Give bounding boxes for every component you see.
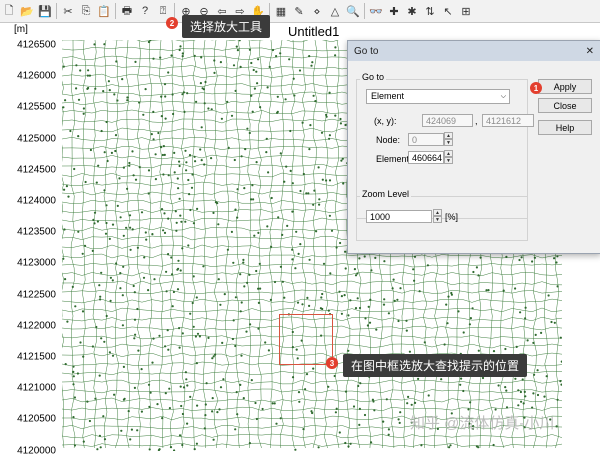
y-tick-label: 4121000 [17,382,56,394]
apply-button[interactable]: Apply [538,79,592,94]
xy-label: (x, y): [374,116,397,126]
zoom-selection-rect [279,314,333,365]
dialog-titlebar: Go to ✕ [348,41,600,61]
open-folder-icon[interactable]: 📂 [19,3,36,20]
help-icon[interactable]: ? [137,3,154,20]
select-arrow-icon[interactable]: ↖ [440,3,457,20]
close-button[interactable]: Close [538,98,592,113]
marker-color-icon[interactable]: ✱ [404,3,421,20]
help-button[interactable]: Help [538,120,592,135]
y-tick-label: 4125000 [17,133,56,145]
dialog-title: Go to [354,45,379,57]
element-field[interactable]: 460664 [408,151,444,164]
toolbar-separator [115,3,116,19]
search-icon[interactable]: 🔍 [345,3,362,20]
step3-callout: 在图中框选放大查找提示的位置 [343,354,528,377]
toolbar-separator [56,3,57,19]
node-field[interactable]: 0 [408,133,444,146]
y-tick-label: 4120500 [17,413,56,425]
arrange-icon[interactable]: ⊞ [458,3,475,20]
zoom-unit: [%] [445,212,459,222]
goto-type-value: Element [371,91,405,101]
y-tick-label: 4126000 [17,70,56,82]
binoculars-icon[interactable]: 👓 [368,3,385,20]
step2-badge: 2 [166,17,178,29]
step3-badge: 3 [326,357,338,369]
step2-callout: 选择放大工具 [182,15,271,38]
goto-type-select[interactable]: Element ⌵ [366,89,510,104]
copy-icon[interactable]: ⎘ [78,3,95,20]
unit-label: [m] [14,24,28,35]
xy-separator: , [475,116,478,126]
zoom-spinner[interactable]: ▲ ▼ [433,209,442,224]
y-tick-label: 4121500 [17,351,56,363]
y-field[interactable]: 4121612 [482,114,534,127]
node-spinner[interactable]: ▲ ▼ [444,132,453,147]
zoom-field[interactable]: 1000 [366,210,432,223]
y-tick-label: 4123000 [17,257,56,269]
y-tick-label: 4123500 [17,226,56,238]
goto-group-label: Go to [360,72,387,82]
print-icon[interactable]: 🖶 [119,3,136,20]
watermark: 知乎 @流体仿真-小川 [410,415,555,432]
paste-icon[interactable]: 📋 [96,3,113,20]
select-element-icon[interactable]: △ [327,3,344,20]
save-icon[interactable]: 💾 [37,3,54,20]
x-field[interactable]: 424069 [422,114,473,127]
y-tick-label: 4122500 [17,289,56,301]
grid-select-icon[interactable]: ▦ [273,3,290,20]
y-tick-label: 4122000 [17,320,56,332]
y-axis: 4126500 4126000 4125500 4125000 4124500 41240… [0,39,62,456]
marker-red-icon[interactable]: ✚ [386,3,403,20]
toolbar: 🗋 📂 💾 ✂ ⎘ 📋 🖶? ⍰ ⊕ ⊖ ⇦ ⇨ ✋ ▦ ✎ ⋄ △ 🔍 👓 ✚ ✱ ⇅ ↖ ⊞ [0,0,600,23]
y-tick-label: 4124000 [17,195,56,207]
y-tick-label: 4125500 [17,101,56,113]
select-node-icon[interactable]: ⋄ [309,3,326,20]
y-tick-label: 4124500 [17,164,56,176]
close-icon[interactable]: ✕ [586,46,594,57]
step1-badge: 1 [530,82,542,94]
toolbar-separator [364,3,365,19]
new-file-icon[interactable]: 🗋 [1,3,18,20]
sort-icon[interactable]: ⇅ [422,3,439,20]
y-tick-label: 4126500 [17,39,56,51]
element-label: Element: [376,154,412,164]
document-title: Untitled1 [288,24,340,39]
draw-tool-icon[interactable]: ✎ [291,3,308,20]
element-spinner[interactable]: ▲ ▼ [444,150,453,165]
goto-dialog: Go to ✕ Go to Element ⌵ (x, y): 424069 ,… [347,40,600,254]
cut-icon[interactable]: ✂ [60,3,77,20]
node-label: Node: [376,135,401,145]
chevron-down-icon: ⌵ [500,93,506,100]
zoom-group-label: Zoom Level [360,189,412,199]
